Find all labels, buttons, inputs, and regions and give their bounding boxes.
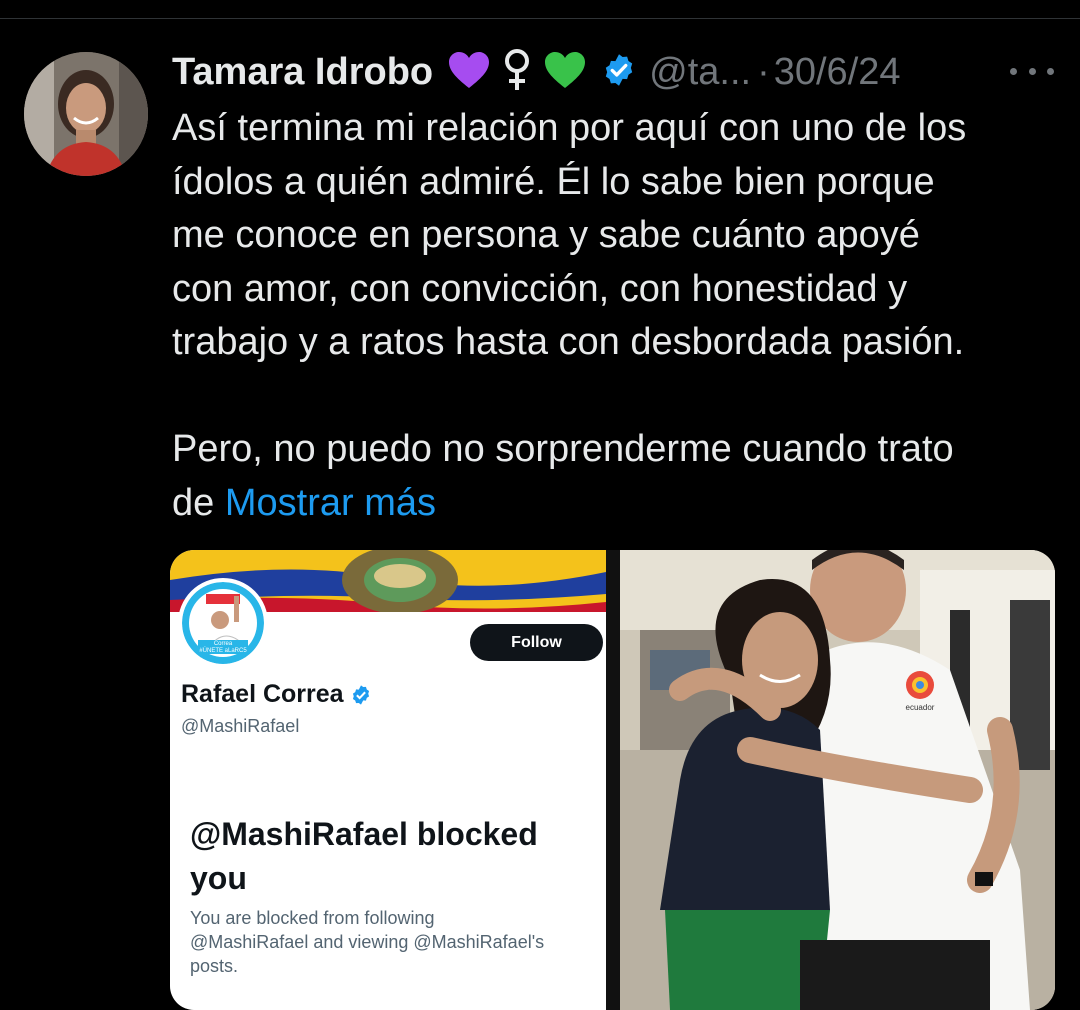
tweet-header: Tamara Idrobo @ta... · 30/6/24 xyxy=(172,42,901,102)
tweet-media[interactable]: Correa #ÚNETE aLaRC5 Follow Rafael Corre… xyxy=(170,550,1055,1010)
media-image-blocked-screenshot[interactable]: Correa #ÚNETE aLaRC5 Follow Rafael Corre… xyxy=(170,550,606,1010)
blocked-description: You are blocked from following @MashiRaf… xyxy=(190,906,590,978)
tweet-text: Así termina mi relación por aquí con uno… xyxy=(172,102,1052,530)
tweet-date[interactable]: 30/6/24 xyxy=(774,51,901,94)
profile-handle: @MashiRafael xyxy=(181,716,300,736)
media-image-photo[interactable]: ecuador xyxy=(620,550,1055,1010)
verified-badge-icon[interactable] xyxy=(601,52,637,93)
author-handle[interactable]: @ta... xyxy=(649,51,751,94)
profile-verified-icon xyxy=(352,684,369,705)
purple-heart-icon xyxy=(447,50,491,95)
blocked-title: @MashiRafael blocked you xyxy=(190,812,600,900)
profile-name: Rafael Correa xyxy=(181,680,372,709)
author-name[interactable]: Tamara Idrobo xyxy=(172,51,433,94)
author-avatar[interactable] xyxy=(24,52,148,176)
blocked-desc-line: @MashiRafael and viewing @MashiRafael's xyxy=(190,932,545,952)
blocked-desc-line: You are blocked from following xyxy=(190,908,435,928)
top-divider xyxy=(0,18,1080,19)
profile-avatar-caption-top: Correa xyxy=(214,641,233,647)
profile-avatar-caption-bottom: #ÚNETE aLaRC5 xyxy=(199,647,247,654)
tweet-text-line: Así termina mi relación por aquí con uno… xyxy=(172,107,967,149)
profile-name-text: Rafael Correa xyxy=(181,680,344,708)
green-heart-icon xyxy=(543,50,587,95)
blocked-desc-line: posts. xyxy=(190,956,239,976)
tweet-text-line: me conoce en persona y sabe cuánto apoyé xyxy=(172,214,920,256)
tweet-text-line: ídolos a quién admiré. Él lo sabe bien p… xyxy=(172,160,935,203)
tweet-text-line: Pero, no puedo no sorprenderme cuando tr… xyxy=(172,428,954,470)
more-options-icon[interactable] xyxy=(1010,56,1054,86)
shirt-logo-text: ecuador xyxy=(906,703,935,712)
tweet-text-line: trabajo y a ratos hasta con desbordada p… xyxy=(172,321,965,363)
tweet-text-prefix: de xyxy=(172,481,215,524)
female-sign-icon xyxy=(501,48,533,97)
tweet-text-last-line: de Mostrar más xyxy=(172,477,1052,531)
header-separator: · xyxy=(757,50,770,93)
follow-button[interactable]: Follow xyxy=(470,624,603,661)
show-more-link[interactable]: Mostrar más xyxy=(225,482,436,524)
blocked-title-line: you xyxy=(190,860,247,896)
tweet-text-line: con amor, con convicción, con honestidad… xyxy=(172,267,908,310)
blocked-title-line: @MashiRafael blocked xyxy=(190,816,538,852)
profile-avatar[interactable]: Correa #ÚNETE aLaRC5 xyxy=(178,578,268,668)
